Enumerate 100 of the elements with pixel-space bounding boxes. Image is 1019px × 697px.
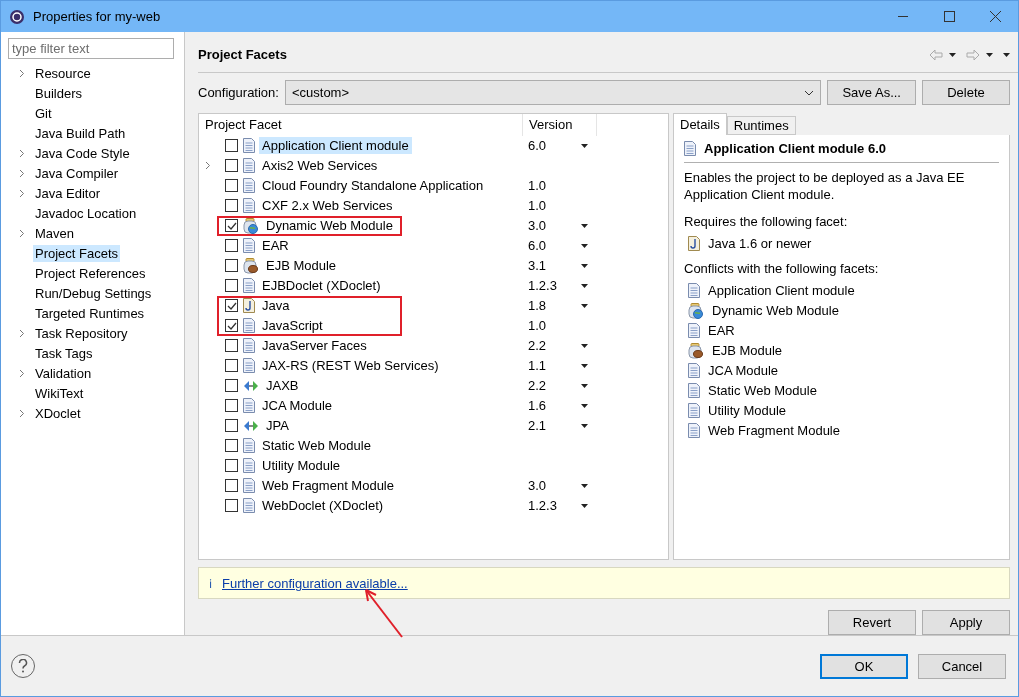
view-menu-caret-icon[interactable] <box>1003 52 1010 57</box>
facet-name[interactable]: Dynamic Web Module <box>263 217 396 235</box>
tree-item[interactable]: Java Code Style <box>33 144 132 162</box>
facet-name[interactable]: EJB Module <box>263 257 340 275</box>
facet-checkbox[interactable] <box>225 439 238 453</box>
tree-item[interactable]: Maven <box>33 224 77 242</box>
details-tab[interactable]: Details <box>673 112 727 135</box>
version-caret-icon[interactable] <box>581 383 588 388</box>
expand-chevron-icon[interactable] <box>19 68 25 78</box>
configuration-button[interactable]: Save As... <box>827 80 916 106</box>
facet-name[interactable]: JPA <box>263 417 292 435</box>
expand-chevron-icon[interactable] <box>19 408 25 418</box>
facet-checkbox[interactable] <box>225 179 238 193</box>
facet-name[interactable]: JavaServer Faces <box>259 337 370 355</box>
facet-name[interactable]: Static Web Module <box>259 437 374 455</box>
expand-chevron-icon[interactable] <box>19 368 25 378</box>
facet-checkbox[interactable] <box>225 359 238 373</box>
tree-item[interactable]: Git <box>33 104 54 122</box>
version-caret-icon[interactable] <box>581 363 588 368</box>
tree-item[interactable]: Task Tags <box>33 344 95 362</box>
dialog-button[interactable]: Cancel <box>918 653 1006 679</box>
facet-checkbox[interactable] <box>225 379 238 393</box>
facet-checkbox[interactable] <box>225 419 238 433</box>
facet-checkbox[interactable] <box>225 459 238 473</box>
facet-checkbox[interactable] <box>225 219 238 233</box>
tree-item[interactable]: Run/Debug Settings <box>33 284 154 302</box>
page-button[interactable]: Revert <box>828 610 916 635</box>
tree-item[interactable]: Resource <box>33 64 93 82</box>
facet-name[interactable]: WebDoclet (XDoclet) <box>259 497 387 515</box>
expand-chevron-icon[interactable] <box>19 148 25 158</box>
version-caret-icon[interactable] <box>581 403 588 408</box>
expand-chevron-icon[interactable] <box>19 168 25 178</box>
facet-checkbox[interactable] <box>225 319 238 333</box>
back-history-caret-icon[interactable] <box>949 52 956 57</box>
expand-chevron-icon[interactable] <box>205 161 211 171</box>
facet-checkbox[interactable] <box>225 139 238 153</box>
version-caret-icon[interactable] <box>581 223 588 228</box>
tree-item[interactable]: Javadoc Location <box>33 204 139 222</box>
facet-checkbox[interactable] <box>225 279 238 293</box>
tree-item[interactable]: Java Build Path <box>33 124 128 142</box>
facet-name[interactable]: JavaScript <box>259 317 326 335</box>
details-tab[interactable]: Runtimes <box>726 115 796 135</box>
facet-checkbox[interactable] <box>225 259 238 273</box>
facet-version: 2.1 <box>528 418 547 434</box>
configuration-dropdown[interactable]: <custom> <box>284 80 822 106</box>
facet-name[interactable]: EJBDoclet (XDoclet) <box>259 277 384 295</box>
version-caret-icon[interactable] <box>581 243 588 248</box>
facet-checkbox[interactable] <box>225 239 238 253</box>
dialog-button[interactable]: OK <box>820 653 908 679</box>
expand-chevron-icon[interactable] <box>19 188 25 198</box>
facet-checkbox[interactable] <box>225 159 238 173</box>
page-button[interactable]: Apply <box>922 610 1010 635</box>
help-icon[interactable] <box>18 659 28 673</box>
close-icon[interactable] <box>989 11 1001 22</box>
chevron-down-icon[interactable] <box>804 89 815 96</box>
facet-name[interactable]: Application Client module <box>259 137 412 155</box>
facet-name[interactable]: JCA Module <box>259 397 336 415</box>
version-caret-icon[interactable] <box>581 283 588 288</box>
facet-checkbox[interactable] <box>225 339 238 353</box>
facet-name[interactable]: JAX-RS (REST Web Services) <box>259 357 442 375</box>
version-caret-icon[interactable] <box>581 343 588 348</box>
configuration-button[interactable]: Delete <box>922 80 1010 106</box>
tree-item[interactable]: Project Facets <box>33 244 121 262</box>
facet-name[interactable]: Utility Module <box>259 457 344 475</box>
tree-item[interactable]: Java Editor <box>33 184 103 202</box>
version-caret-icon[interactable] <box>581 483 588 488</box>
facet-name[interactable]: Cloud Foundry Standalone Application <box>259 177 487 195</box>
info-icon: ℹ <box>209 574 212 592</box>
facet-name[interactable]: Axis2 Web Services <box>259 157 381 175</box>
filter-field[interactable]: type filter text <box>8 38 174 59</box>
column-header[interactable]: Version <box>523 113 597 136</box>
version-caret-icon[interactable] <box>581 503 588 508</box>
tree-item[interactable]: Java Compiler <box>33 164 121 182</box>
tree-item[interactable]: Task Repository <box>33 324 130 342</box>
facet-checkbox[interactable] <box>225 499 238 513</box>
column-header[interactable]: Project Facet <box>199 113 523 136</box>
expand-chevron-icon[interactable] <box>19 328 25 338</box>
version-caret-icon[interactable] <box>581 263 588 268</box>
tree-item[interactable]: Validation <box>33 364 94 382</box>
facet-checkbox[interactable] <box>225 299 238 313</box>
facet-checkbox[interactable] <box>225 479 238 493</box>
facet-checkbox[interactable] <box>225 199 238 213</box>
tree-item[interactable]: Builders <box>33 84 84 102</box>
facet-name[interactable]: Web Fragment Module <box>259 477 397 495</box>
tree-item[interactable]: Project References <box>33 264 148 282</box>
facet-checkbox[interactable] <box>225 399 238 413</box>
tree-item[interactable]: WikiText <box>33 384 86 402</box>
facet-name[interactable]: JAXB <box>263 377 302 395</box>
facet-name[interactable]: EAR <box>259 237 292 255</box>
facet-name[interactable]: CXF 2.x Web Services <box>259 197 396 215</box>
further-configuration-link[interactable]: Further configuration available... <box>222 575 408 591</box>
forward-history-caret-icon[interactable] <box>986 52 993 57</box>
version-caret-icon[interactable] <box>581 303 588 308</box>
facet-name[interactable]: Java <box>259 297 293 315</box>
version-caret-icon[interactable] <box>581 423 588 428</box>
tree-item[interactable]: Targeted Runtimes <box>33 304 147 322</box>
expand-chevron-icon[interactable] <box>19 228 25 238</box>
tree-item[interactable]: XDoclet <box>33 404 83 422</box>
maximize-icon[interactable] <box>943 11 955 22</box>
version-caret-icon[interactable] <box>581 143 588 148</box>
